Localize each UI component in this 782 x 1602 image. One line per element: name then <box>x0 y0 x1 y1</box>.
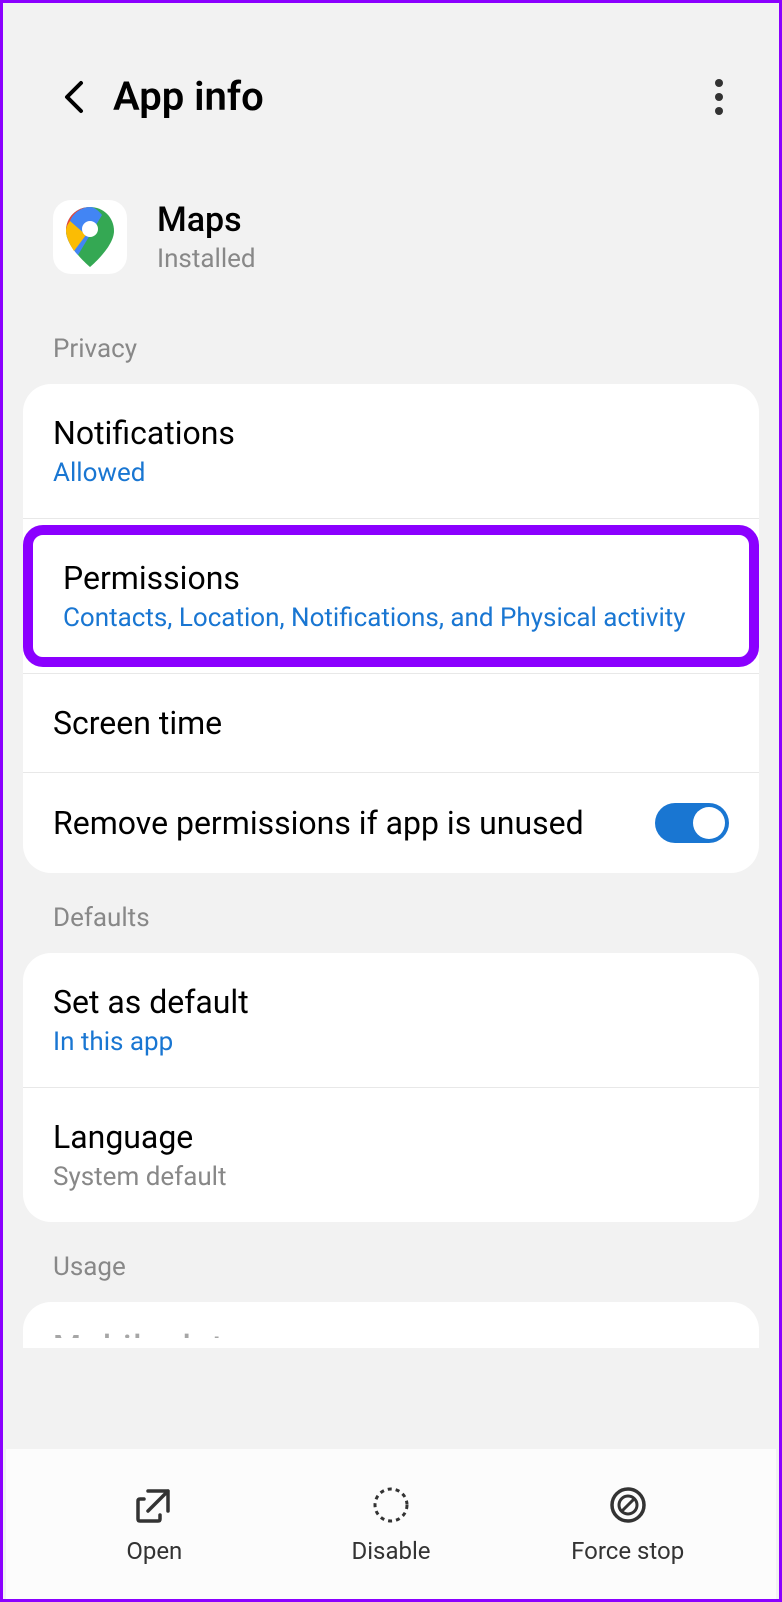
disable-label: Disable <box>351 1537 430 1565</box>
language-row[interactable]: Language System default <box>23 1088 759 1222</box>
open-icon <box>134 1485 174 1525</box>
screen-time-row[interactable]: Screen time <box>23 674 759 773</box>
force-stop-button[interactable]: Force stop <box>509 1483 746 1565</box>
remove-unused-row[interactable]: Remove permissions if app is unused <box>23 773 759 873</box>
open-button[interactable]: Open <box>36 1483 273 1565</box>
more-button[interactable] <box>699 77 739 117</box>
set-default-title: Set as default <box>53 983 729 1021</box>
set-default-row[interactable]: Set as default In this app <box>23 953 759 1088</box>
app-icon <box>53 200 127 274</box>
chevron-left-icon <box>61 79 85 115</box>
usage-card: Mobile data <box>23 1302 759 1348</box>
app-status: Installed <box>157 244 256 274</box>
notifications-sub: Allowed <box>53 458 729 488</box>
force-stop-label: Force stop <box>571 1537 684 1565</box>
bottom-bar: Open Disable Force stop <box>6 1449 776 1599</box>
disable-button[interactable]: Disable <box>273 1483 510 1565</box>
language-title: Language <box>53 1118 729 1156</box>
remove-unused-toggle[interactable] <box>655 803 729 843</box>
screen-time-title: Screen time <box>53 704 729 742</box>
section-header-usage: Usage <box>3 1222 779 1302</box>
force-stop-icon <box>608 1485 648 1525</box>
remove-unused-title: Remove permissions if app is unused <box>53 804 655 842</box>
disable-icon <box>371 1485 411 1525</box>
defaults-card: Set as default In this app Language Syst… <box>23 953 759 1222</box>
notifications-row[interactable]: Notifications Allowed <box>23 384 759 519</box>
set-default-sub: In this app <box>53 1027 729 1057</box>
section-header-privacy: Privacy <box>3 304 779 384</box>
back-button[interactable] <box>53 77 93 117</box>
mobile-data-row[interactable]: Mobile data <box>23 1302 759 1338</box>
mobile-data-title: Mobile data <box>53 1328 244 1338</box>
app-name: Maps <box>157 200 256 240</box>
section-header-defaults: Defaults <box>3 873 779 953</box>
app-header: Maps Installed <box>3 160 779 304</box>
privacy-card: Notifications Allowed Permissions Contac… <box>23 384 759 873</box>
language-sub: System default <box>53 1162 729 1192</box>
notifications-title: Notifications <box>53 414 729 452</box>
google-maps-icon <box>66 207 114 267</box>
permissions-row[interactable]: Permissions Contacts, Location, Notifica… <box>23 519 759 674</box>
permissions-title: Permissions <box>63 559 719 597</box>
more-vertical-icon <box>714 77 724 117</box>
permissions-sub: Contacts, Location, Notifications, and P… <box>63 603 719 633</box>
open-label: Open <box>126 1537 182 1565</box>
page-title: App info <box>113 73 699 120</box>
